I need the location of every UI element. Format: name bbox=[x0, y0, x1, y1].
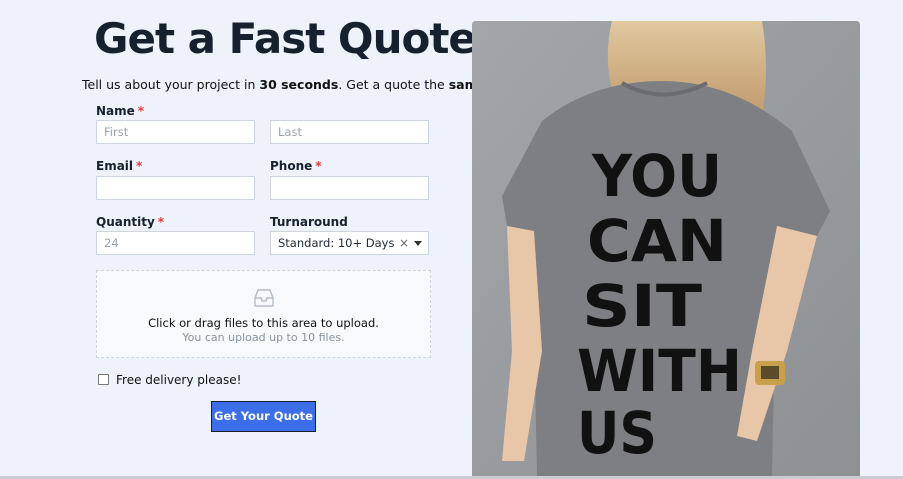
inbox-icon bbox=[254, 289, 274, 307]
upload-hint: You can upload up to 10 files. bbox=[182, 331, 345, 344]
svg-text:US: US bbox=[577, 399, 657, 467]
quantity-input[interactable]: 24 bbox=[96, 231, 255, 255]
upload-instructions: Click or drag files to this area to uplo… bbox=[148, 316, 379, 330]
email-label: Email * bbox=[96, 159, 143, 173]
email-field[interactable] bbox=[96, 176, 255, 200]
svg-text:WITH: WITH bbox=[577, 337, 742, 405]
turnaround-select[interactable]: Standard: 10+ Days × bbox=[270, 231, 429, 255]
tshirt-model-image: YOU CAN SIT WITH US bbox=[472, 21, 860, 476]
svg-text:SIT: SIT bbox=[582, 272, 703, 340]
name-label: Name * bbox=[96, 104, 145, 118]
svg-text:CAN: CAN bbox=[587, 207, 727, 275]
quantity-label: Quantity * bbox=[96, 215, 165, 229]
phone-label: Phone * bbox=[270, 159, 322, 173]
file-upload-dropzone[interactable]: Click or drag files to this area to uplo… bbox=[96, 270, 431, 358]
free-delivery-label: Free delivery please! bbox=[116, 373, 242, 387]
svg-text:YOU: YOU bbox=[591, 142, 722, 210]
turnaround-value: Standard: 10+ Days bbox=[278, 236, 395, 250]
subtitle: Tell us about your project in 30 seconds… bbox=[82, 77, 520, 92]
get-quote-button[interactable]: Get Your Quote bbox=[211, 401, 316, 432]
chevron-down-icon[interactable] bbox=[414, 241, 422, 246]
clear-icon[interactable]: × bbox=[399, 232, 409, 254]
last-name-input[interactable]: Last bbox=[270, 120, 429, 144]
phone-field[interactable] bbox=[270, 176, 429, 200]
free-delivery-checkbox[interactable] bbox=[98, 374, 109, 385]
first-name-input[interactable]: First bbox=[96, 120, 255, 144]
turnaround-label: Turnaround bbox=[270, 215, 348, 229]
hero-photo: YOU CAN SIT WITH US bbox=[472, 21, 860, 476]
page-title: Get a Fast Quote bbox=[94, 14, 477, 63]
free-delivery-option[interactable]: Free delivery please! bbox=[98, 373, 241, 387]
